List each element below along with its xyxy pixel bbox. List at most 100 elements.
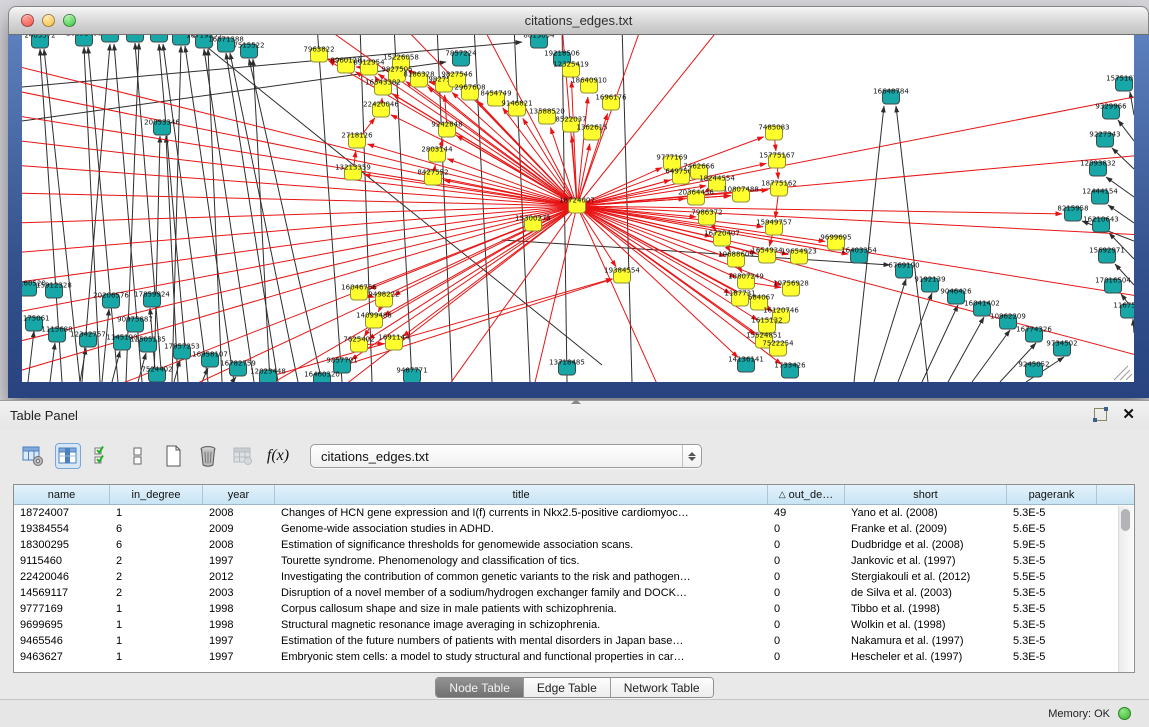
network-canvas[interactable]: 1872400724055722069140626931786106532871… — [22, 35, 1134, 382]
table-cell: 5.3E-5 — [1007, 619, 1097, 631]
table-row[interactable]: 946554611997Estimation of the future num… — [14, 633, 1134, 649]
minimize-window-button[interactable] — [42, 14, 55, 27]
graph-node-label: 20364436 — [678, 189, 714, 197]
graph-node-label: 14099488 — [356, 312, 392, 320]
graph-node-label: 1733426 — [774, 362, 806, 370]
close-window-button[interactable] — [21, 14, 34, 27]
table-cell: 9115460 — [14, 555, 110, 567]
graph-node-label: 18807249 — [728, 273, 764, 281]
scrollbar-thumb[interactable] — [1121, 509, 1130, 531]
new-table-icon[interactable] — [160, 443, 186, 469]
graph-node-label: 1696176 — [595, 94, 627, 102]
table-row[interactable]: 1872400712008Changes of HCN gene express… — [14, 505, 1134, 521]
resize-grip-icon[interactable] — [1114, 366, 1132, 380]
delete-table-icon[interactable] — [195, 443, 221, 469]
function-builder-icon[interactable]: f(x) — [265, 443, 291, 469]
select-all-icon[interactable] — [90, 443, 116, 469]
graph-node-label: 12325419 — [553, 61, 589, 69]
graph-node-label: 7462666 — [683, 163, 715, 171]
graph-node-label: 10807488 — [723, 186, 759, 194]
graph-node-label: 16958107 — [192, 351, 228, 359]
graph-node-label: 18244554 — [699, 175, 735, 183]
graph-node-label: 16403354 — [841, 247, 877, 255]
table-cell: 5.3E-5 — [1007, 555, 1097, 567]
table-cell: 2012 — [203, 571, 275, 583]
graph-node-label: 16774326 — [1016, 326, 1052, 334]
table-row[interactable]: 946362711997Embryonic stem cells: a mode… — [14, 649, 1134, 665]
graph-node-label: 17957253 — [164, 343, 200, 351]
graph-node-label: 12505135 — [130, 336, 166, 344]
graph-node-label: 1691144 — [378, 334, 410, 342]
close-panel-icon[interactable]: ✕ — [1122, 408, 1135, 421]
graph-node-label: 17016504 — [1095, 277, 1131, 285]
graph-node-label: 8454749 — [480, 90, 511, 98]
table-scrollbar[interactable] — [1118, 506, 1133, 672]
table-cell: 5.3E-5 — [1007, 507, 1097, 519]
table-cell: 22420046 — [14, 571, 110, 583]
graph-node-label: 7485083 — [758, 124, 789, 132]
graph-node-label: 9146821 — [501, 100, 532, 108]
table-cell: Dudbridge et al. (2008) — [845, 539, 1007, 551]
table-cell: 1 — [110, 603, 203, 615]
column-header-name[interactable]: name — [14, 485, 110, 504]
split-pane-grip[interactable] — [571, 399, 581, 404]
table-cell: 0 — [768, 635, 845, 647]
graph-node-label: 13718485 — [549, 359, 585, 367]
memory-status-label: Memory: OK — [1048, 708, 1110, 720]
graph-node-label: 20053346 — [144, 119, 180, 127]
column-header-pagerank[interactable]: pagerank — [1007, 485, 1097, 504]
float-panel-icon[interactable] — [1094, 408, 1107, 421]
graph-node-label: 7963822 — [303, 46, 334, 54]
graph-node-label: 1167553 — [1113, 302, 1134, 310]
tab-edge-table[interactable]: Edge Table — [524, 678, 611, 697]
graph-node-label: 16041402 — [964, 300, 1000, 308]
table-row[interactable]: 1938455462009Genome-wide association stu… — [14, 521, 1134, 537]
graph-node-label: 7986372 — [691, 209, 722, 217]
table-mode-icon[interactable] — [20, 443, 46, 469]
table-cell: 6 — [110, 539, 203, 551]
tab-node-table[interactable]: Node Table — [436, 678, 524, 697]
graph-node-label: 7524402 — [141, 366, 172, 374]
table-chooser-dropdown[interactable]: citations_edges.txt — [310, 444, 702, 468]
table-panel: Table Panel ✕ f(x) citations_edges.t — [0, 400, 1149, 727]
table-row[interactable]: 977716911998Corpus callosum shape and si… — [14, 601, 1134, 617]
graph-node[interactable] — [102, 35, 119, 42]
tab-network-table[interactable]: Network Table — [611, 678, 713, 697]
column-header-out_de[interactable]: △out_de… — [768, 485, 845, 504]
column-header-year[interactable]: year — [203, 485, 275, 504]
graph-node-label: 9227343 — [1089, 131, 1120, 139]
column-header-in_degree[interactable]: in_degree — [110, 485, 203, 504]
graph-node-label: 8522037 — [555, 116, 586, 124]
unselect-all-icon[interactable] — [125, 443, 151, 469]
graph-node-label: 9245052 — [1018, 361, 1049, 369]
graph-node-label: 1362615 — [576, 124, 607, 132]
citation-network-graph[interactable]: 1872400724055722069140626931786106532871… — [22, 35, 1134, 382]
table-cell: 5.3E-5 — [1007, 603, 1097, 615]
table-row[interactable]: 1456911722003Disruption of a novel membe… — [14, 585, 1134, 601]
table-cell: 9777169 — [14, 603, 110, 615]
graph-node-label: 10688609 — [718, 251, 754, 259]
table-toolbar: f(x) citations_edges.txt — [20, 441, 702, 471]
column-header-title[interactable]: title — [275, 485, 768, 504]
table-cell: Corpus callosum shape and size in male p… — [275, 603, 768, 615]
table-cell: 1998 — [203, 619, 275, 631]
zoom-window-button[interactable] — [63, 14, 76, 27]
window-titlebar[interactable]: citations_edges.txt — [8, 6, 1149, 35]
table-cell: Estimation of significance thresholds fo… — [275, 539, 768, 551]
sort-ascending-icon: △ — [779, 489, 786, 500]
graph-node[interactable] — [127, 35, 144, 42]
graph-node-label: 15949757 — [756, 219, 792, 227]
graph-node-label: 8427552 — [417, 169, 448, 177]
table-row[interactable]: 2242004622012Investigating the contribut… — [14, 569, 1134, 585]
graph-node-label: 15524851 — [746, 332, 782, 340]
show-columns-icon[interactable] — [55, 443, 81, 469]
table-row[interactable]: 969969511998Structural magnetic resonanc… — [14, 617, 1134, 633]
column-header-short[interactable]: short — [845, 485, 1007, 504]
table-row[interactable]: 1830029562008Estimation of significance … — [14, 537, 1134, 553]
window-title: citations_edges.txt — [525, 13, 633, 28]
graph-node-label: 18640910 — [571, 77, 607, 85]
table-cell: 2008 — [203, 507, 275, 519]
table-row[interactable]: 911546021997Tourette syndrome. Phenomeno… — [14, 553, 1134, 569]
table-cell: Estimation of the future numbers of pati… — [275, 635, 768, 647]
graph-node-label: 15226058 — [383, 54, 419, 62]
